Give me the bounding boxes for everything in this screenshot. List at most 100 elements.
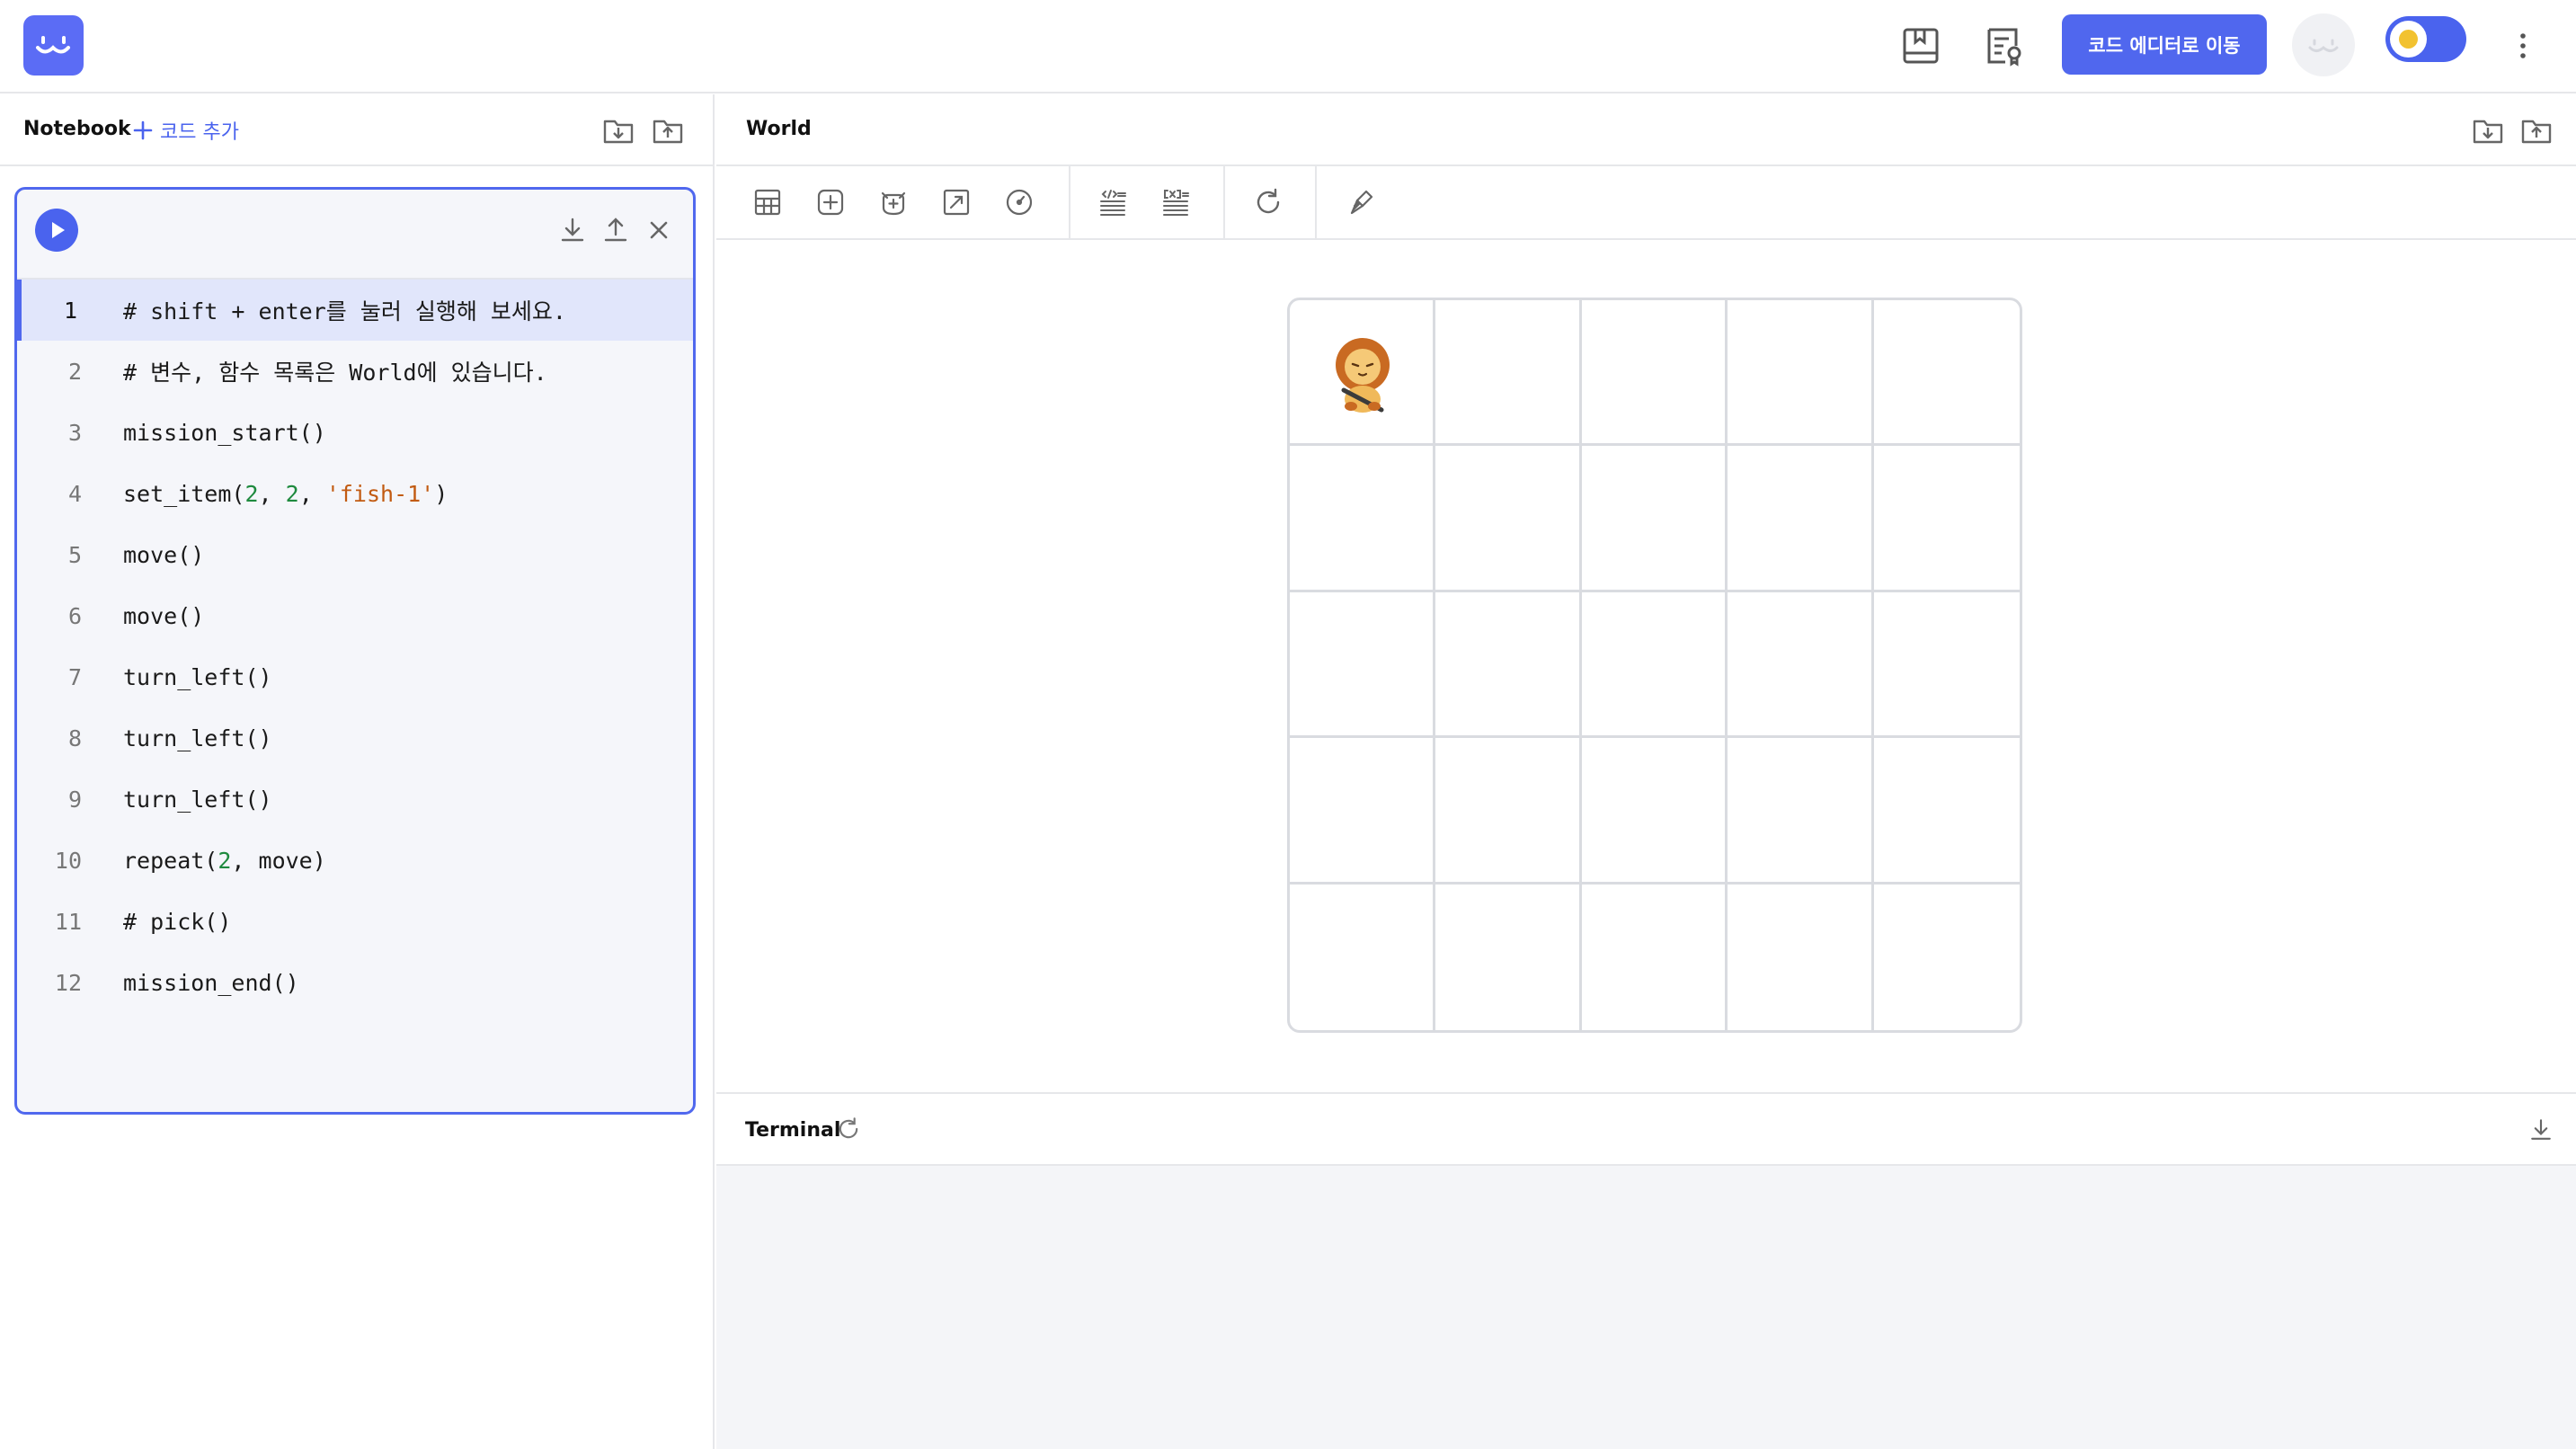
line-number: 9: [67, 786, 82, 813]
code-text: turn_left(): [123, 724, 272, 751]
grid-cell[interactable]: [1435, 738, 1582, 885]
code-text: mission_start(): [123, 419, 326, 446]
code-text: repeat(2, move): [123, 847, 326, 874]
toolbar-divider: [1315, 166, 1317, 238]
variable-list-icon[interactable]: [1159, 186, 1192, 218]
code-line[interactable]: 4 set_item(2, 2, 'fish-1'): [17, 463, 693, 524]
grid-cell[interactable]: [1728, 446, 1874, 592]
line-number: 8: [67, 724, 82, 751]
plus-icon: [133, 120, 153, 140]
upload-icon[interactable]: [600, 214, 632, 246]
world-toolbar: [716, 166, 2576, 240]
code-text: move(): [123, 541, 205, 568]
import-folder-icon[interactable]: [602, 114, 635, 147]
code-cell[interactable]: 1 # shift + enter를 눌러 실행해 보세요. 2 # 변수, 함…: [14, 187, 696, 1115]
code-text: move(): [123, 602, 205, 629]
run-button[interactable]: [35, 209, 78, 252]
grid-size-icon[interactable]: [751, 186, 784, 218]
grid-cell[interactable]: [1290, 300, 1436, 447]
reset-icon[interactable]: [1252, 186, 1284, 218]
code-line[interactable]: 3 mission_start(): [17, 402, 693, 463]
grid-cell[interactable]: [1435, 446, 1582, 592]
grid-cell[interactable]: [1290, 884, 1436, 1030]
sun-icon: [2399, 30, 2418, 49]
app-logo[interactable]: [23, 15, 84, 76]
grid-cell[interactable]: [1435, 300, 1582, 447]
line-number: 2: [67, 358, 82, 385]
code-editor[interactable]: 1 # shift + enter를 눌러 실행해 보세요. 2 # 변수, 함…: [17, 280, 693, 1013]
export-folder-icon[interactable]: [652, 114, 684, 147]
world-grid[interactable]: [1287, 298, 2022, 1033]
code-text: set_item(2, 2, 'fish-1'): [123, 480, 449, 507]
add-item-icon[interactable]: [814, 186, 847, 218]
refresh-icon[interactable]: [835, 1116, 862, 1142]
wall-icon[interactable]: [940, 186, 973, 218]
line-number: 4: [67, 480, 82, 507]
grid-cell[interactable]: [1290, 738, 1436, 885]
code-line[interactable]: 2 # 변수, 함수 목록은 World에 있습니다.: [17, 341, 693, 402]
add-character-icon[interactable]: [877, 186, 910, 218]
certificate-icon[interactable]: [1982, 24, 2025, 67]
grid-cell[interactable]: [1873, 300, 2020, 447]
code-text: mission_end(): [123, 969, 299, 996]
code-line[interactable]: 8 turn_left(): [17, 707, 693, 769]
grid-cell[interactable]: [1435, 591, 1582, 739]
grid-cell[interactable]: [1581, 446, 1728, 592]
grid-cell[interactable]: [1728, 738, 1874, 885]
grid-cell[interactable]: [1873, 738, 2020, 885]
grid-cell[interactable]: [1874, 885, 2020, 1030]
code-line[interactable]: 9 turn_left(): [17, 769, 693, 830]
close-icon[interactable]: [643, 214, 675, 246]
grid-cell[interactable]: [1873, 592, 2020, 739]
code-text: turn_left(): [123, 786, 272, 813]
grid-cell[interactable]: [1290, 591, 1436, 739]
code-line[interactable]: 11 # pick(): [17, 891, 693, 952]
code-line[interactable]: 5 move(): [17, 524, 693, 585]
toolbar-divider: [1069, 166, 1070, 238]
download-icon[interactable]: [2527, 1116, 2555, 1144]
export-folder-icon[interactable]: [2520, 114, 2553, 147]
function-list-icon[interactable]: [1097, 186, 1129, 218]
line-number: 7: [67, 663, 82, 690]
grid-cell[interactable]: [1873, 446, 2020, 592]
code-line[interactable]: 12 mission_end(): [17, 952, 693, 1013]
top-header: 코드 에디터로 이동: [0, 0, 2576, 93]
notebook-title: Notebook: [23, 118, 131, 140]
download-icon[interactable]: [556, 214, 589, 246]
world-title: World: [746, 118, 812, 140]
code-line[interactable]: 10 repeat(2, move): [17, 830, 693, 891]
more-icon[interactable]: [2509, 25, 2536, 67]
terminal-title: Terminal: [745, 1119, 841, 1142]
grid-cell[interactable]: [1728, 300, 1874, 447]
terminal-titlebar: Terminal: [716, 1092, 2576, 1166]
book-icon[interactable]: [1899, 24, 1942, 67]
grid-cell[interactable]: [1728, 884, 1874, 1030]
code-line[interactable]: 6 move(): [17, 585, 693, 646]
code-line[interactable]: 1 # shift + enter를 눌러 실행해 보세요.: [17, 280, 693, 341]
theme-toggle[interactable]: [2385, 16, 2466, 62]
add-code-label: 코드 추가: [160, 121, 239, 144]
add-code-button[interactable]: 코드 추가: [133, 116, 239, 145]
import-folder-icon[interactable]: [2472, 114, 2504, 147]
terminal-output[interactable]: [716, 1166, 2576, 1449]
grid-cell[interactable]: [1581, 300, 1728, 447]
go-to-code-editor-button[interactable]: 코드 에디터로 이동: [2062, 14, 2267, 75]
line-number: 10: [54, 847, 82, 874]
line-number: 1: [63, 297, 77, 324]
world-panel: World: [716, 94, 2576, 1092]
line-number: 12: [54, 969, 82, 996]
code-text: # shift + enter를 눌러 실행해 보세요.: [123, 298, 566, 324]
line-number: 11: [54, 908, 82, 935]
eraser-icon[interactable]: [1345, 186, 1377, 218]
line-number: 3: [67, 419, 82, 446]
grid-cell[interactable]: [1290, 446, 1436, 592]
grid-cell[interactable]: [1581, 591, 1728, 739]
grid-cell[interactable]: [1581, 738, 1728, 885]
grid-cell[interactable]: [1582, 884, 1728, 1030]
avatar[interactable]: [2292, 13, 2355, 76]
code-line[interactable]: 7 turn_left(): [17, 646, 693, 707]
speed-icon[interactable]: [1003, 186, 1035, 218]
code-text: # pick(): [123, 908, 232, 935]
grid-cell[interactable]: [1435, 884, 1582, 1030]
grid-cell[interactable]: [1728, 591, 1874, 739]
